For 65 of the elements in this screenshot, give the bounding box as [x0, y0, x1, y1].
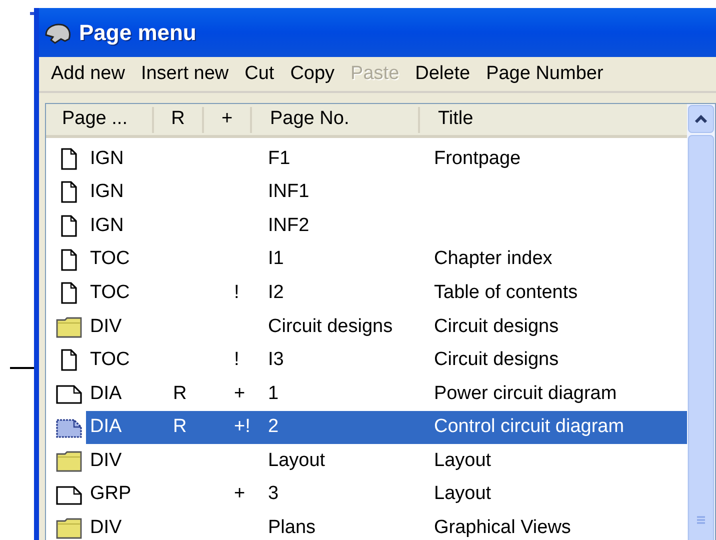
page-type-cell: TOC [90, 282, 130, 303]
page-type-cell: IGN [90, 214, 124, 236]
menu-item[interactable]: Cut [244, 60, 274, 88]
page-number-cell: Layout [268, 450, 326, 471]
list-row[interactable]: IGN F1 Frontpage [86, 142, 687, 176]
column-header[interactable]: Page ... [62, 105, 128, 134]
list-row[interactable]: IGN INF2 [86, 209, 687, 243]
title-cell: Layout [434, 450, 492, 471]
page-number-cell: F1 [268, 148, 290, 169]
title-cell: Power circuit diagram [434, 382, 617, 404]
page-number-cell: Plans [268, 517, 316, 538]
page-number-cell: 3 [268, 483, 279, 504]
page-type-cell: TOC [90, 248, 130, 270]
list-row[interactable]: IGN INF1 [86, 176, 687, 210]
column-header[interactable]: Page No. [270, 105, 350, 134]
title-cell: Graphical Views [434, 517, 571, 538]
page-number-cell: I2 [268, 282, 284, 303]
list-row[interactable]: DIA R + 1 Power circuit diagram [86, 377, 687, 411]
list-row[interactable]: DIV Circuit designs Circuit designs [86, 310, 687, 344]
menu-item[interactable]: Page Number [486, 60, 604, 88]
list-row[interactable]: TOC ! I2 Table of contents [86, 276, 687, 310]
menu-item[interactable]: Insert new [140, 60, 229, 88]
column-header[interactable]: + [221, 105, 233, 134]
list-row[interactable]: TOC ! I3 Circuit designs [86, 344, 687, 378]
page-type-cell: TOC [90, 349, 130, 370]
page-type-cell: GRP [90, 483, 132, 504]
page-type-cell: IGN [90, 148, 124, 169]
flag-cell: ! [234, 282, 240, 303]
page-type-cell: DIV [90, 450, 122, 471]
flag-cell: R [173, 416, 187, 438]
page-number-cell: 2 [268, 416, 279, 438]
list-row[interactable]: DIV Plans Graphical Views [86, 512, 687, 540]
title-cell: Chapter index [434, 248, 552, 270]
page-type-cell: DIA [90, 382, 122, 404]
menu-item[interactable]: Delete [415, 60, 470, 88]
title-cell: Circuit designs [434, 349, 559, 370]
column-header[interactable]: R [171, 105, 185, 134]
flag-cell: R [173, 382, 187, 404]
page-number-cell: INF2 [268, 214, 310, 236]
page-type-cell: DIV [90, 316, 122, 337]
list-row[interactable]: TOC I1 Chapter index [86, 242, 687, 276]
list-row[interactable]: GRP + 3 Layout [86, 478, 687, 512]
page-type-cell: IGN [90, 181, 124, 202]
window-title: Page menu [79, 19, 196, 47]
list-row[interactable]: DIV Layout Layout [86, 444, 687, 478]
flag-cell: ! [234, 349, 240, 370]
list-row[interactable]: DIA R +! 2 Control circuit diagram [86, 410, 687, 444]
page-number-cell: I3 [268, 349, 284, 370]
flag-cell: + [234, 483, 246, 504]
title-cell: Circuit designs [434, 316, 559, 337]
page-number-cell: I1 [268, 248, 284, 270]
menu-item[interactable]: Add new [51, 60, 125, 88]
menu-item[interactable]: Copy [290, 60, 335, 88]
flag-cell: +! [234, 416, 250, 438]
page-number-cell: 1 [268, 382, 279, 404]
page-number-cell: INF1 [268, 181, 310, 202]
title-cell: Frontpage [434, 148, 521, 169]
page-type-cell: DIA [90, 416, 122, 438]
column-header[interactable]: Title [438, 105, 474, 134]
page-type-cell: DIV [90, 517, 122, 538]
title-cell: Table of contents [434, 282, 578, 303]
title-cell: Layout [434, 483, 492, 504]
flag-cell: + [234, 382, 246, 404]
title-cell: Control circuit diagram [434, 416, 624, 438]
page-number-cell: Circuit designs [268, 316, 393, 337]
